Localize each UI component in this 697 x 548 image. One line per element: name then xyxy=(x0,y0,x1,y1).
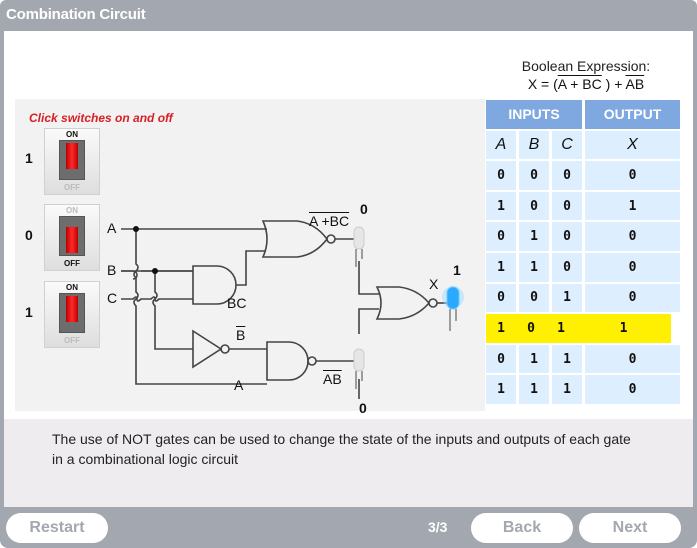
table-cell: 1 xyxy=(576,314,671,343)
col-x: X xyxy=(585,130,680,160)
table-cell: 1 xyxy=(519,344,549,374)
back-button[interactable]: Back xyxy=(471,513,573,543)
table-cell: 1 xyxy=(486,314,516,343)
table-cell: 1 xyxy=(552,344,582,374)
table-row: 0010 xyxy=(486,283,681,315)
truth-table: INPUTS OUTPUT A B C X 000010010100110000… xyxy=(486,100,681,406)
label-nand-output: AB xyxy=(323,371,342,387)
expression-label: Boolean Expression: xyxy=(521,58,651,74)
table-cell: 0 xyxy=(585,222,680,251)
table-cell: 0 xyxy=(585,344,680,374)
table-cell: 1 xyxy=(486,191,516,221)
table-cell: 1 xyxy=(486,375,516,404)
table-cell: 0 xyxy=(519,283,549,313)
nor-gate-2 xyxy=(375,286,431,320)
description-text: The use of NOT gates can be used to chan… xyxy=(52,431,631,467)
table-row: 1100 xyxy=(486,252,681,284)
table-cell: 0 xyxy=(552,252,582,282)
page-indicator: 3/3 xyxy=(428,519,448,535)
table-cell: 0 xyxy=(585,161,680,190)
col-b: B xyxy=(519,130,549,160)
table-row: 1110 xyxy=(486,375,681,406)
table-cell: 0 xyxy=(486,283,516,313)
table-column-headers: A B C X xyxy=(486,130,681,162)
expr-prefix: X = ( xyxy=(527,76,558,92)
table-cell: 0 xyxy=(585,283,680,313)
description-panel: The use of NOT gates can be used to chan… xyxy=(4,419,693,507)
led-x-value: 1 xyxy=(453,262,461,278)
table-row: 0100 xyxy=(486,222,681,253)
table-row: 0110 xyxy=(486,344,681,376)
table-header: INPUTS OUTPUT xyxy=(486,100,681,131)
wire-a-branch xyxy=(133,229,267,385)
led-nand-value: 0 xyxy=(359,400,367,416)
table-cell: 1 xyxy=(552,375,582,404)
expr-mid: ) + xyxy=(601,76,626,92)
led-nor-value: 0 xyxy=(360,201,368,217)
header-inputs: INPUTS xyxy=(486,100,582,129)
table-cell: 1 xyxy=(552,283,582,313)
label-b: B xyxy=(107,262,117,278)
table-cell: 1 xyxy=(519,222,549,251)
label-bc: BC xyxy=(227,295,247,311)
label-not-b: B xyxy=(236,327,246,343)
col-a: A xyxy=(486,130,516,160)
next-button[interactable]: Next xyxy=(579,513,681,543)
not-gate xyxy=(192,329,223,369)
table-cell: 0 xyxy=(486,161,516,190)
table-cell: 0 xyxy=(519,161,549,190)
table-cell: 0 xyxy=(486,222,516,251)
table-cell: 0 xyxy=(585,375,680,404)
col-c: C xyxy=(552,130,582,160)
table-row: 0000 xyxy=(486,161,681,192)
led-x-output xyxy=(442,286,464,331)
table-cell: 0 xyxy=(552,191,582,221)
table-cell: 1 xyxy=(546,314,576,343)
table-cell: 0 xyxy=(552,222,582,251)
label-a: A xyxy=(107,220,117,236)
label-nor-output: A +BC xyxy=(309,213,350,229)
label-a-bottom: A xyxy=(234,377,244,393)
circuit-diagram xyxy=(121,220,464,399)
table-cell: 0 xyxy=(585,252,680,282)
table-row: 1001 xyxy=(486,191,681,223)
header-output: OUTPUT xyxy=(585,100,680,129)
table-cell: 0 xyxy=(486,344,516,374)
table-cell: 1 xyxy=(585,191,680,221)
wire-b-branch xyxy=(152,271,193,350)
expr-nor-term: A + BC xyxy=(557,76,602,92)
circuit-panel: Click switches on and off 1 ON OFF 0 ON … xyxy=(15,99,485,416)
window-title: Combination Circuit xyxy=(6,6,146,23)
restart-button[interactable]: Restart xyxy=(6,513,108,543)
table-cell: 1 xyxy=(486,252,516,282)
table-cell: 1 xyxy=(519,252,549,282)
nand-gate xyxy=(266,341,309,381)
table-cell: 1 xyxy=(519,375,549,404)
table-cell: 0 xyxy=(552,161,582,190)
expr-nand-term: AB xyxy=(625,76,645,92)
table-cell: 0 xyxy=(519,191,549,221)
label-c: C xyxy=(107,290,118,306)
table-cell: 0 xyxy=(516,314,546,343)
label-x: X xyxy=(429,276,439,292)
table-row: 1011 xyxy=(486,314,681,345)
boolean-expression: X = (A + BC ) + AB xyxy=(486,76,686,92)
